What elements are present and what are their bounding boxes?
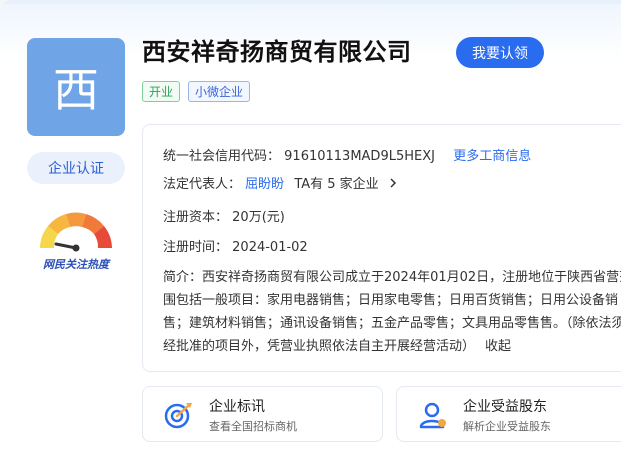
- intro-collapse-link[interactable]: 收起: [485, 339, 511, 354]
- legal-rep-name-link[interactable]: 屈盼盼: [245, 177, 284, 192]
- feature-bidding-subtitle: 查看全国招标商机: [209, 420, 297, 433]
- credit-code-row: 统一社会信用代码： 91610113MAD9L5HEXJ 更多工商信息: [163, 145, 531, 164]
- enterprise-cert-button[interactable]: 企业认证: [27, 152, 125, 184]
- chevron-right-icon: [390, 178, 396, 188]
- heat-label: 网民关注热度: [43, 258, 111, 271]
- capital-label: 注册资本：: [163, 210, 229, 225]
- attention-heat-gauge-icon: 网民关注热度: [40, 212, 112, 271]
- feature-bidding-title: 企业标讯: [209, 399, 265, 415]
- feature-owners-subtitle: 解析企业受益股东: [463, 420, 551, 433]
- capital-row: 注册资本： 20万(元): [163, 206, 285, 225]
- status-tag-open: 开业: [142, 81, 181, 102]
- company-logo: 西: [27, 38, 125, 136]
- credit-code-label: 统一社会信用代码：: [163, 149, 281, 164]
- registration-date-value: 2024-01-02: [232, 240, 308, 255]
- status-tag-small-enterprise: 小微企业: [188, 81, 251, 102]
- legal-rep-companies-text: TA有 5 家企业: [294, 177, 379, 192]
- more-business-info-link[interactable]: 更多工商信息: [453, 149, 531, 164]
- intro-text: 西安祥奇扬商贸有限公司成立于2024年01月02日，注册地位于陕西省营范围包括一…: [163, 270, 621, 354]
- legal-rep-companies-link[interactable]: TA有 5 家企业: [288, 177, 397, 192]
- person-badge-icon: [419, 402, 446, 429]
- feature-owners-title: 企业受益股东: [463, 399, 547, 415]
- enterprise-cert-label: 企业认证: [48, 161, 104, 177]
- company-intro: 简介：西安祥奇扬商贸有限公司成立于2024年01月02日，注册地位于陕西省营范围…: [163, 266, 621, 358]
- company-header-card: 西 企业认证 网民关注热度 西安祥奇扬商贸有限公司 我要认领 开业 小微企业 统…: [0, 0, 621, 451]
- top-strip: [0, 0, 621, 4]
- company-name: 西安祥奇扬商贸有限公司: [142, 38, 412, 66]
- feature-card-bidding[interactable]: 企业标讯 查看全国招标商机: [142, 386, 383, 442]
- business-info-panel: 统一社会信用代码： 91610113MAD9L5HEXJ 更多工商信息 法定代表…: [142, 124, 621, 372]
- claim-button[interactable]: 我要认领: [456, 37, 544, 68]
- registration-date-label: 注册时间：: [163, 240, 229, 255]
- registration-date-row: 注册时间： 2024-01-02: [163, 236, 308, 255]
- company-logo-char: 西: [53, 63, 99, 117]
- legal-rep-row: 法定代表人： 屈盼盼 TA有 5 家企业: [163, 173, 397, 192]
- credit-code-value: 91610113MAD9L5HEXJ: [284, 149, 435, 164]
- claim-button-label: 我要认领: [472, 45, 528, 62]
- intro-label: 简介：: [163, 270, 203, 285]
- legal-rep-label: 法定代表人：: [163, 177, 242, 192]
- feature-card-beneficial-owners[interactable]: 企业受益股东 解析企业受益股东: [396, 386, 621, 442]
- capital-value: 20万(元): [232, 210, 285, 225]
- target-arrow-icon: [164, 403, 192, 429]
